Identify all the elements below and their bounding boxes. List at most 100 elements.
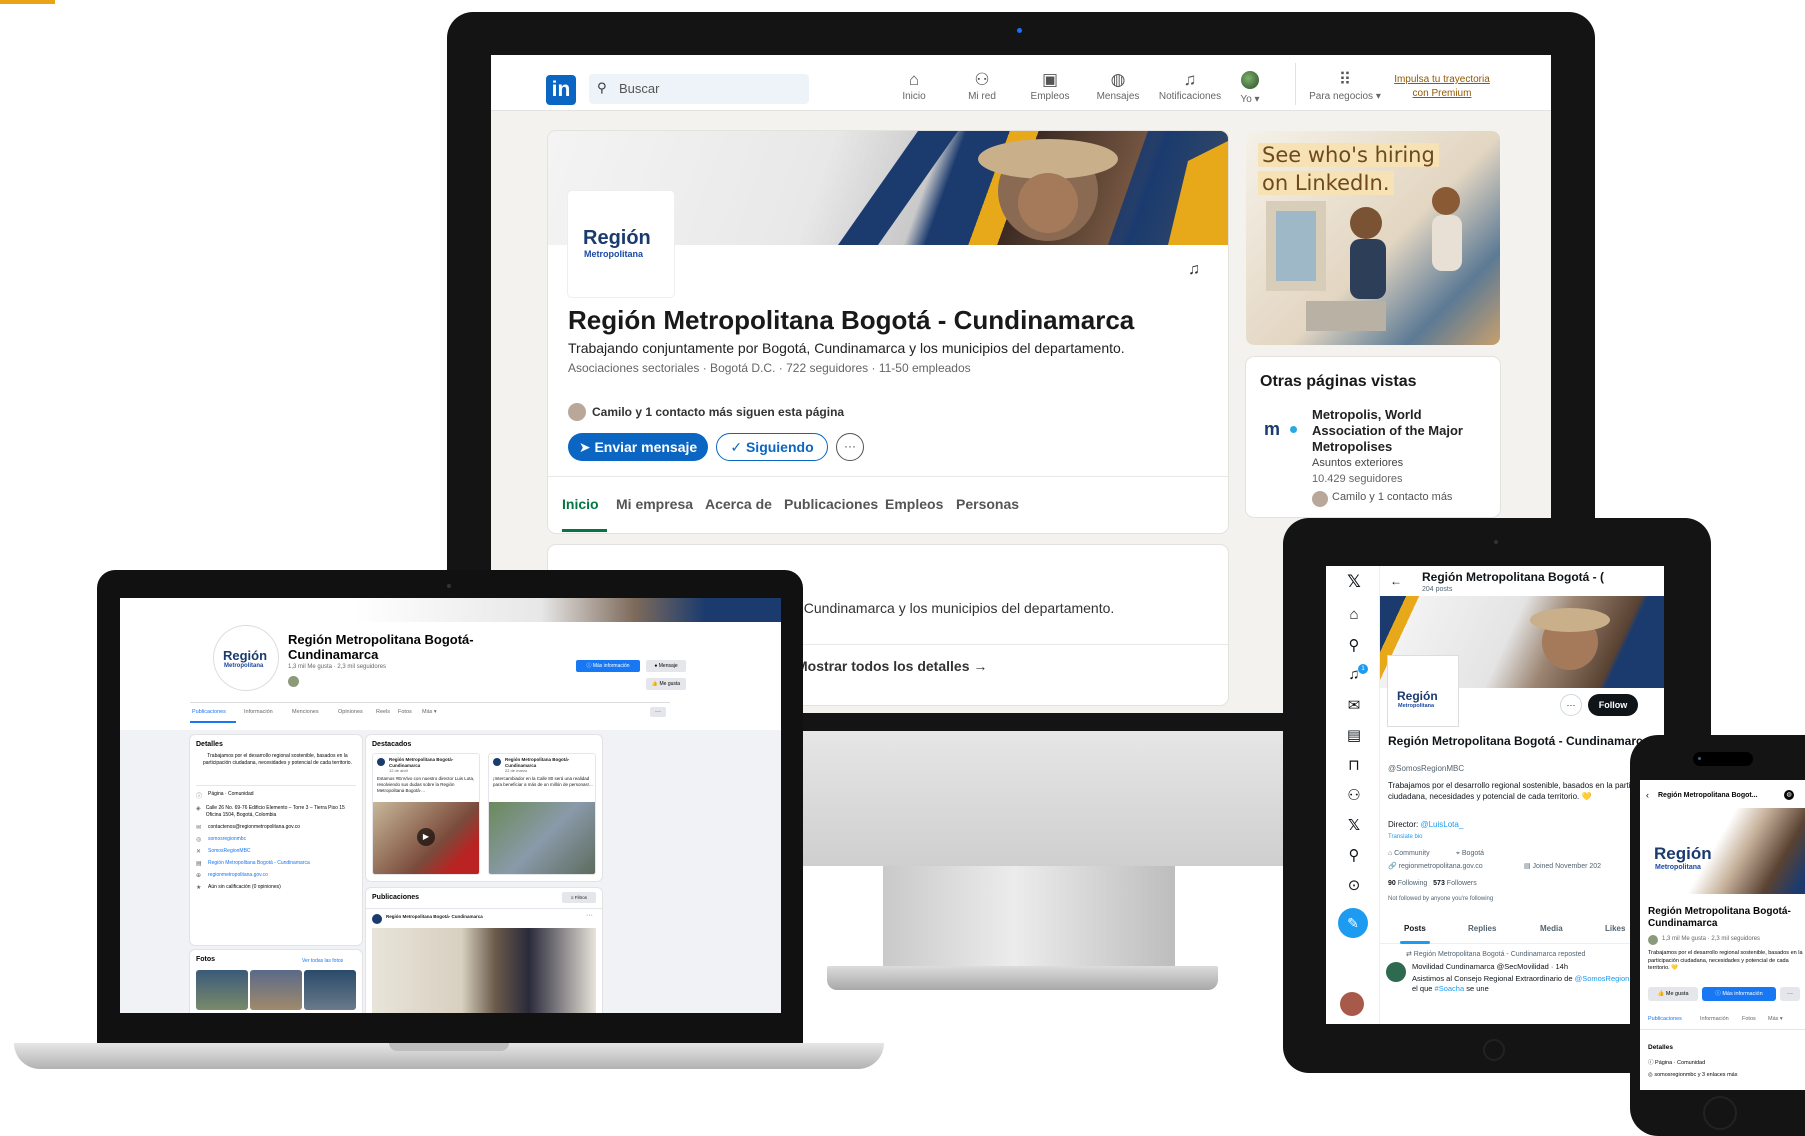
x-location: ⌖ Bogotá	[1456, 850, 1485, 857]
tab-fotos[interactable]: Fotos	[398, 709, 412, 715]
metropolis-logo[interactable]: m	[1264, 419, 1280, 440]
messenger-icon[interactable]: ◍	[1784, 790, 1794, 800]
linkedin-icon: ▤	[196, 861, 202, 867]
x-profile-picture[interactable]: Región Metropolitana	[1388, 656, 1458, 726]
tab-publicaciones[interactable]: Publicaciones	[192, 709, 226, 715]
send-message-button[interactable]: ➤ Enviar mensaje	[568, 433, 708, 461]
featured-post[interactable]: Región Metropolitana Bogotá-Cundinamarca…	[372, 753, 480, 875]
bell-icon[interactable]: ♫	[1188, 261, 1200, 279]
tab-mas[interactable]: Más ▾	[422, 709, 437, 715]
x-sidebar: 𝕏 ⌂ ⚲ ♫ 1 ✉ ▤ ⊓ ⚇ 𝕏 ⚲ ⊙ ✎	[1326, 566, 1380, 1024]
tab-personas[interactable]: Personas	[956, 496, 1019, 512]
hiring-ad[interactable]: See who's hiring on LinkedIn.	[1246, 131, 1500, 345]
premium-link[interactable]: Impulsa tu trayectoria con Premium	[1387, 73, 1497, 101]
see-all-photos-link[interactable]: Ver todas las fotos	[302, 958, 343, 964]
nav-notificaciones[interactable]: ♫ Notificaciones	[1155, 69, 1225, 102]
facebook-profile-picture[interactable]: Región Metropolitana	[214, 626, 278, 690]
nav-inicio[interactable]: ⌂ Inicio	[883, 69, 945, 102]
more-icon[interactable]: ⊙	[1344, 876, 1364, 894]
premium-icon[interactable]: 𝕏	[1344, 816, 1364, 834]
more-info-button[interactable]: ⓘ Más información	[576, 660, 640, 672]
avatar[interactable]	[1386, 962, 1406, 982]
tab-informacion[interactable]: Información	[244, 709, 273, 715]
more-options-icon[interactable]: ···	[586, 912, 593, 919]
photo-thumbnail[interactable]	[250, 970, 302, 1010]
tab-acerca-de[interactable]: Acerca de	[705, 496, 772, 512]
home-icon: ⌂	[908, 70, 920, 89]
nav-para-negocios[interactable]: ⠿ Para negocios ▾	[1303, 69, 1387, 102]
nav-mensajes[interactable]: ◍ Mensajes	[1087, 69, 1149, 102]
search-icon[interactable]: ⚲	[1344, 636, 1364, 654]
post-image-collage	[489, 802, 595, 874]
communities-icon[interactable]: ⚇	[1344, 786, 1364, 804]
x-display-name: Región Metropolitana Bogotá - Cundinamar…	[1388, 734, 1650, 748]
lists-icon[interactable]: ▤	[1344, 726, 1364, 744]
tab-fotos[interactable]: Fotos	[1742, 1016, 1756, 1022]
show-details-link[interactable]: Mostrar todos los detalles →	[796, 658, 987, 674]
more-options-button[interactable]: ···	[836, 433, 864, 461]
avatar	[288, 676, 299, 687]
translate-bio-link[interactable]: Translate bio	[1388, 834, 1422, 840]
company-name: Región Metropolitana Bogotá - Cundinamar…	[568, 305, 1135, 335]
tab-mi-empresa[interactable]: Mi empresa	[616, 496, 693, 512]
tab-reels[interactable]: Reels	[376, 709, 390, 715]
x-follow-counts[interactable]: 90 Following 573 Followers	[1388, 880, 1477, 887]
like-button[interactable]: 👍 Me gusta	[646, 678, 686, 690]
avatar	[568, 403, 586, 421]
messages-icon[interactable]: ✉	[1344, 696, 1364, 714]
photo-thumbnail[interactable]	[304, 970, 356, 1010]
x-posts-count: 204 posts	[1422, 586, 1453, 593]
x-website-link[interactable]: 🔗 regionmetropolitana.gov.co	[1388, 862, 1483, 870]
phone-camera	[1698, 757, 1701, 760]
tab-menciones[interactable]: Menciones	[292, 709, 319, 715]
back-arrow-icon[interactable]: ‹	[1646, 790, 1649, 800]
other-page-name[interactable]: Metropolis, World Association of the Maj…	[1312, 407, 1482, 455]
more-info-button[interactable]: ⓘ Más información	[1702, 987, 1776, 1001]
photo-thumbnail[interactable]	[196, 970, 248, 1010]
avatar	[1648, 935, 1658, 945]
tab-media[interactable]: Media	[1540, 924, 1563, 933]
tab-informacion[interactable]: Información	[1700, 1016, 1729, 1022]
facebook-tabs: Publicaciones Información Menciones Opin…	[190, 702, 670, 723]
linkedin-navbar: in Buscar ⚲ ⌂ Inicio ⚇ Mi red ▣ Empleos ◍ Me…	[491, 55, 1551, 111]
nav-yo[interactable]: Yo ▾	[1225, 69, 1275, 105]
following-button[interactable]: ✓ Siguiendo	[716, 433, 828, 461]
active-tab-indicator	[1400, 941, 1430, 944]
play-icon[interactable]: ▶	[417, 828, 435, 846]
search-input[interactable]: Buscar	[589, 74, 809, 104]
tab-replies[interactable]: Replies	[1468, 924, 1496, 933]
more-options-button[interactable]: ···	[1780, 987, 1800, 1001]
message-button[interactable]: ● Mensaje	[646, 660, 686, 672]
more-options-button[interactable]: ···	[1560, 694, 1582, 716]
x-logo-icon[interactable]: 𝕏	[1344, 572, 1364, 592]
follow-button[interactable]: Follow	[1588, 694, 1638, 716]
tab-posts[interactable]: Posts	[1404, 924, 1426, 933]
bookmark-icon[interactable]: ⊓	[1344, 756, 1364, 774]
avatar[interactable]	[1340, 992, 1364, 1016]
nav-divider	[1295, 63, 1296, 105]
nav-empleos[interactable]: ▣ Empleos	[1019, 69, 1081, 102]
like-button[interactable]: 👍 Me gusta	[1648, 987, 1698, 1001]
home-icon[interactable]: ⌂	[1344, 606, 1364, 623]
tab-opiniones[interactable]: Opiniones	[338, 709, 363, 715]
x-icon: ✕	[196, 849, 202, 855]
featured-post[interactable]: Región Metropolitana Bogotá-Cundinamarca…	[488, 753, 596, 875]
tab-publicaciones[interactable]: Publicaciones	[784, 496, 878, 512]
linkedin-logo[interactable]: in	[546, 75, 576, 105]
tab-mas[interactable]: Más ▾	[1768, 1016, 1783, 1022]
tab-likes[interactable]: Likes	[1605, 924, 1625, 933]
tab-empleos[interactable]: Empleos	[885, 496, 943, 512]
other-pages-card: Otras páginas vistas m Metropolis, World…	[1246, 357, 1500, 517]
mobile-detail-row[interactable]: ◎ somosregionmbc y 3 enlaces más	[1648, 1072, 1737, 1078]
notification-badge: 1	[1358, 664, 1368, 674]
compose-post-button[interactable]: ✎	[1338, 908, 1368, 938]
nav-mi-red[interactable]: ⚇ Mi red	[951, 69, 1013, 102]
back-arrow-icon[interactable]: ←	[1390, 574, 1402, 588]
tab-publicaciones[interactable]: Publicaciones	[1648, 1016, 1682, 1022]
filters-button[interactable]: ≡ Filtros	[562, 892, 596, 903]
company-logo[interactable]: Región Metropolitana	[568, 191, 674, 297]
profile-icon[interactable]: ⚲	[1344, 846, 1364, 864]
more-options-button[interactable]: ···	[650, 707, 666, 717]
tab-inicio[interactable]: Inicio	[562, 496, 599, 512]
search-icon: ⚲	[597, 80, 607, 95]
